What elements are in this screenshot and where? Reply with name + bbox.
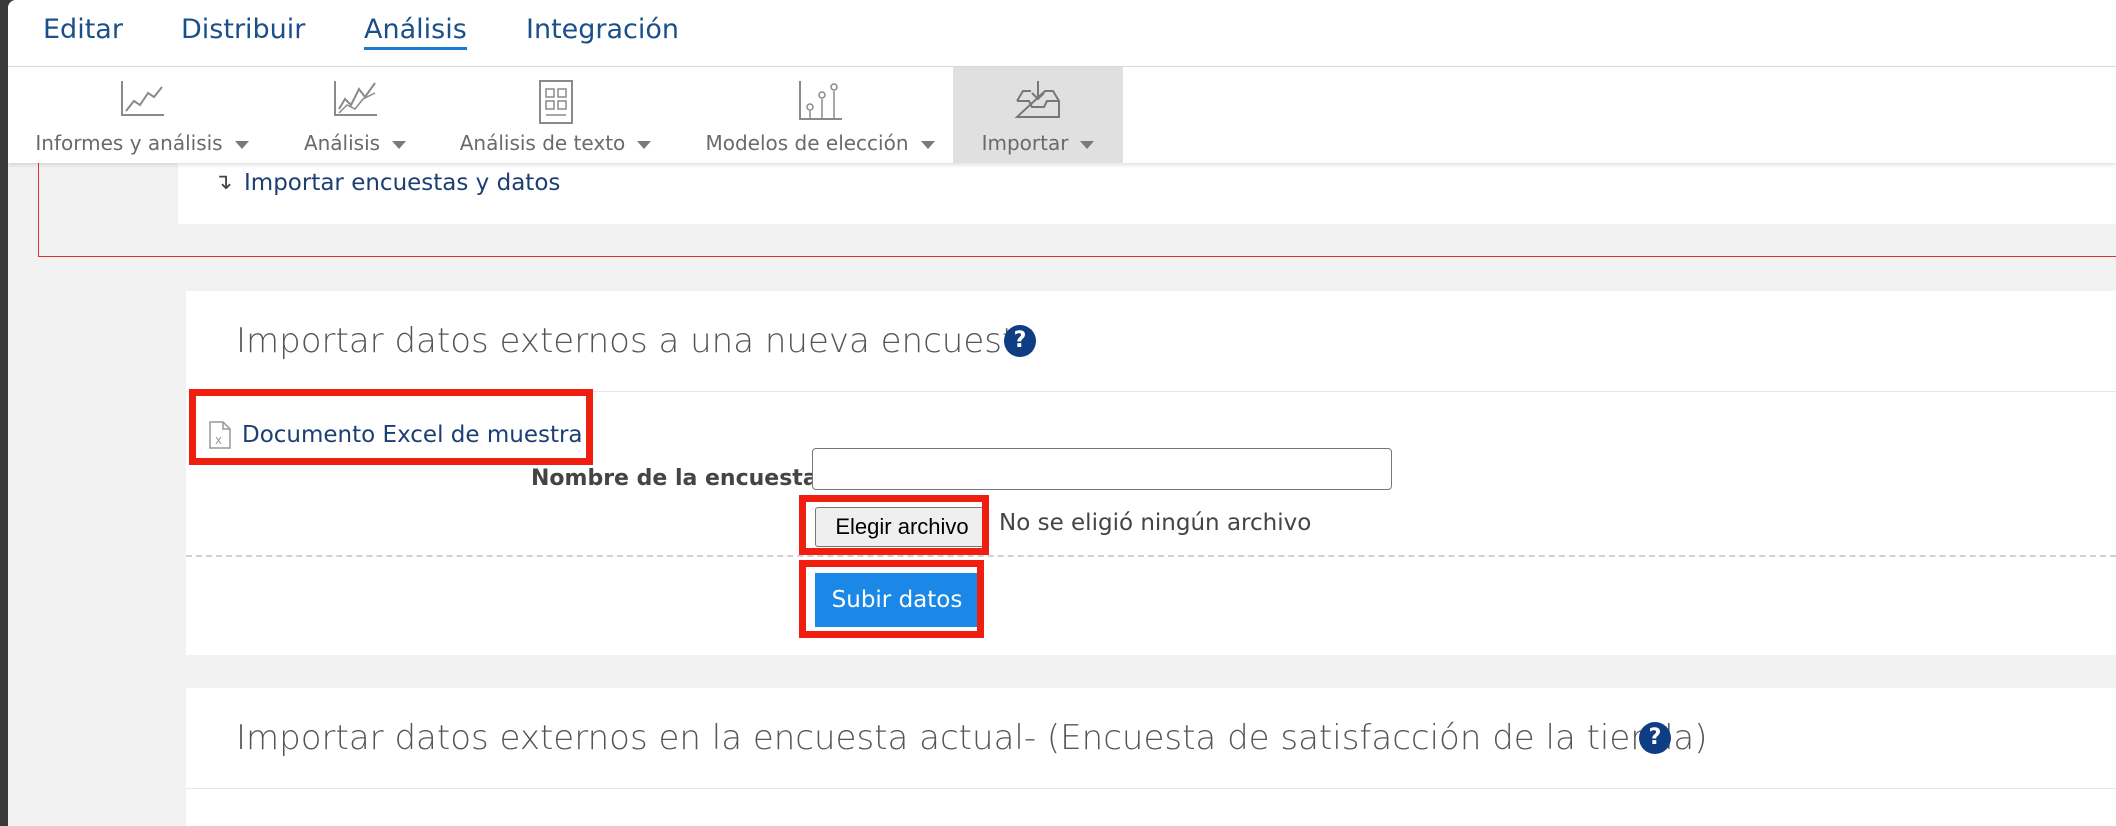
toolbar-label: Análisis de texto [459, 131, 626, 155]
trend-chart-icon [334, 81, 377, 116]
toolbar-importar[interactable]: Importar [953, 67, 1123, 163]
tab-analisis[interactable]: Análisis [364, 14, 467, 50]
tab-integracion[interactable]: Integración [526, 14, 679, 45]
line-chart-icon [121, 81, 164, 116]
arrow-down-icon: ↴ [214, 170, 233, 195]
top-navigation: Editar Distribuir Análisis Integración [8, 0, 2116, 67]
divider [186, 391, 2116, 392]
dashed-divider [186, 555, 2116, 557]
toolbar-analisis-de-texto[interactable]: Análisis de texto [458, 67, 653, 163]
tab-distribuir[interactable]: Distribuir [181, 14, 305, 45]
app-window: Editar Distribuir Análisis Integración I… [8, 0, 2116, 826]
new-survey-title: Importar datos externos a una nueva encu… [236, 321, 1037, 361]
current-survey-import-card: Importar datos externos en la encuesta a… [186, 688, 2116, 826]
help-icon[interactable]: ? [1004, 325, 1036, 357]
chevron-down-icon [234, 140, 249, 149]
chevron-down-icon [920, 140, 935, 149]
inbox-download-icon [1014, 81, 1060, 118]
excel-file-icon: x [209, 421, 231, 449]
scatter-chart-icon [799, 81, 842, 120]
divider [186, 788, 2116, 789]
toolbar-analisis[interactable]: Análisis [290, 67, 420, 163]
choose-file-button[interactable]: Elegir archivo [815, 507, 989, 547]
survey-name-input[interactable] [812, 448, 1392, 490]
import-surveys-link[interactable]: Importar encuestas y datos [244, 170, 560, 196]
chevron-down-icon [1080, 140, 1095, 149]
new-survey-import-card: Importar datos externos a una nueva encu… [186, 291, 2116, 655]
toolbar-modelos-de-eleccion[interactable]: Modelos de elección [700, 67, 940, 163]
sample-excel-label: Documento Excel de muestra [242, 422, 583, 448]
no-file-status: No se eligió ningún archivo [999, 510, 1312, 536]
survey-name-label: Nombre de la encuesta [531, 466, 818, 491]
text-document-icon [538, 80, 573, 124]
chevron-down-icon [392, 140, 407, 149]
toolbar-informes-y-analisis[interactable]: Informes y análisis [32, 67, 252, 163]
tab-editar[interactable]: Editar [43, 14, 123, 45]
chevron-down-icon [637, 140, 652, 149]
upload-data-button[interactable]: Subir datos [815, 573, 979, 627]
toolbar-label: Modelos de elección [705, 131, 909, 155]
toolbar-label: Informes y análisis [35, 131, 223, 155]
help-icon[interactable]: ? [1639, 722, 1671, 754]
toolbar-label: Análisis [303, 131, 381, 155]
toolbar-label: Importar [981, 131, 1069, 155]
current-survey-title: Importar datos externos en la encuesta a… [236, 718, 1708, 758]
analysis-toolbar: Informes y análisis Análisis Análisis de… [8, 67, 2116, 163]
svg-text:x: x [215, 433, 222, 447]
